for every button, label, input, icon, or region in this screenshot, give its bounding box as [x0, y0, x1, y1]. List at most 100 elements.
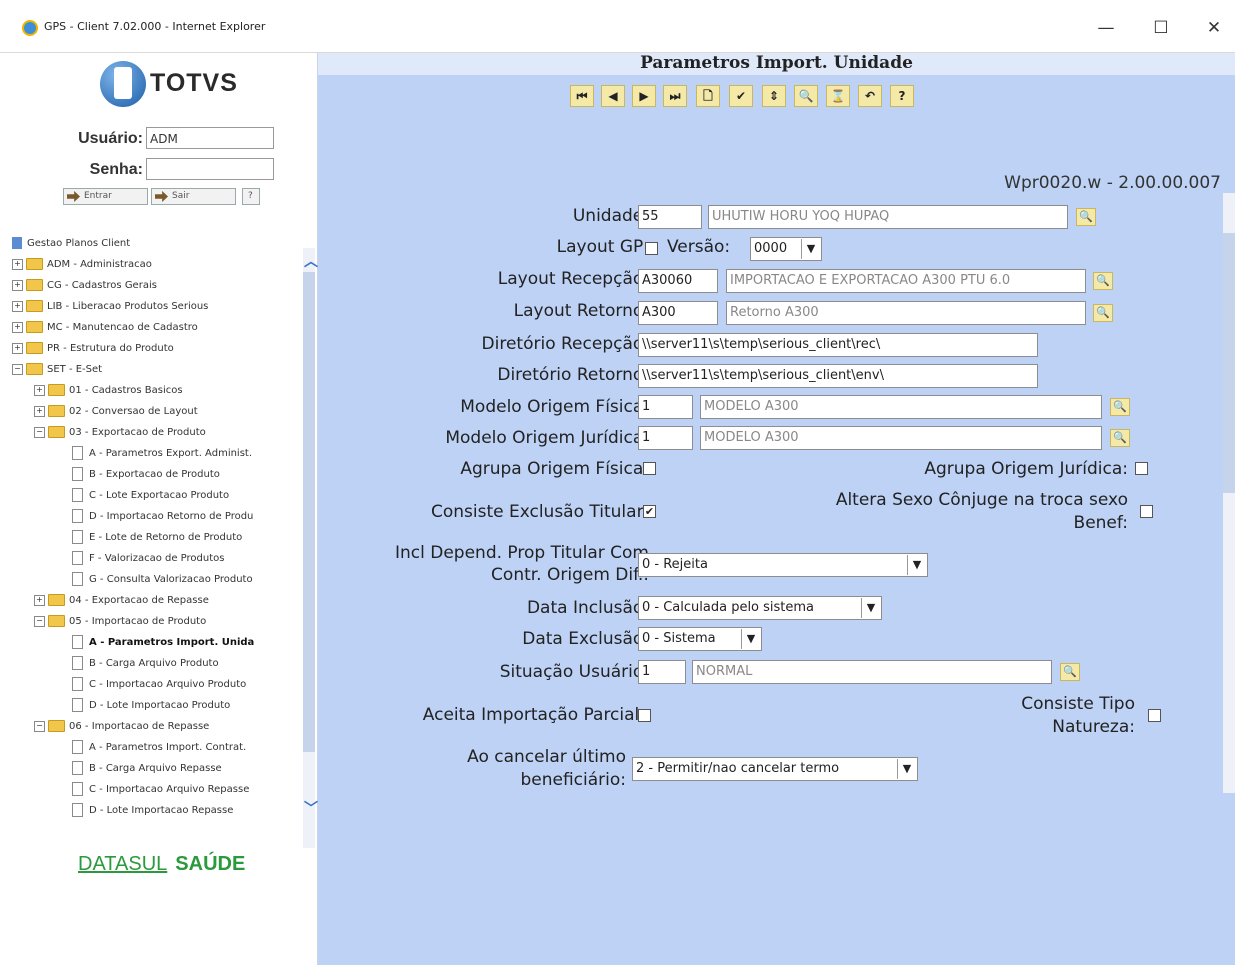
tree-leaf[interactable]: D - Lote Importacao Produto	[72, 695, 230, 716]
dir-retorno-input[interactable]: \\server11\s\temp\serious_client\env\	[638, 364, 1038, 388]
new-record-icon[interactable]: 🗋	[696, 85, 720, 107]
enter-button[interactable]: Entrar	[63, 188, 148, 205]
document-icon	[72, 698, 83, 712]
first-record-icon[interactable]: ⏮	[570, 85, 594, 107]
tree-item-mc[interactable]: + MC - Manutencao de Cadastro	[12, 317, 198, 338]
tree-item-pr[interactable]: + PR - Estrutura do Produto	[12, 338, 174, 359]
minimize-button[interactable]: —	[1090, 14, 1122, 42]
tree-leaf[interactable]: G - Consulta Valorizacao Produto	[72, 569, 253, 590]
tree-leaf[interactable]: A - Parametros Import. Contrat.	[72, 737, 246, 758]
folder-icon	[48, 594, 65, 606]
previous-record-icon[interactable]: ◀	[601, 85, 625, 107]
maximize-button[interactable]: ☐	[1145, 14, 1177, 42]
document-icon	[72, 488, 83, 502]
document-icon	[72, 446, 83, 460]
unidade-zoom-icon[interactable]: 🔍	[1076, 208, 1096, 226]
folder-icon	[26, 321, 43, 333]
tree-leaf[interactable]: D - Importacao Retorno de Produ	[72, 506, 253, 527]
situacao-code-input[interactable]: 1	[638, 660, 686, 684]
search-icon[interactable]: 🔍	[794, 85, 818, 107]
tree-leaf[interactable]: C - Importacao Arquivo Repasse	[72, 779, 249, 800]
tree-item-set[interactable]: − SET - E-Set	[12, 359, 102, 380]
tree-item-cg[interactable]: + CG - Cadastros Gerais	[12, 275, 157, 296]
modelo-juridica-code-input[interactable]: 1	[638, 426, 693, 450]
password-label: Senha:	[89, 161, 143, 178]
tree-item-lib[interactable]: + LIB - Liberacao Produtos Serious	[12, 296, 208, 317]
document-icon	[72, 803, 83, 817]
layout-recepcao-code-input[interactable]: A30060	[638, 269, 718, 293]
tree-leaf[interactable]: C - Lote Exportacao Produto	[72, 485, 229, 506]
tree-leaf[interactable]: C - Importacao Arquivo Produto	[72, 674, 246, 695]
tree-item-05[interactable]: −05 - Importacao de Produto	[34, 611, 206, 632]
exit-button[interactable]: Sair	[151, 188, 236, 205]
data-exclusao-select[interactable]: 0 - Sistema ▼	[638, 627, 762, 651]
modelo-fisica-code-input[interactable]: 1	[638, 395, 693, 419]
modelo-fisica-zoom-icon[interactable]: 🔍	[1110, 398, 1130, 416]
tree-leaf[interactable]: B - Carga Arquivo Produto	[72, 653, 219, 674]
unidade-code-input[interactable]: 55	[638, 205, 702, 229]
tree-item-adm[interactable]: + ADM - Administracao	[12, 254, 152, 275]
tree-leaf-selected[interactable]: A - Parametros Import. Unida	[72, 632, 254, 653]
dir-recepcao-label: Diretório Recepção:	[481, 334, 649, 354]
versao-select[interactable]: 0000 ▼	[750, 237, 822, 261]
folder-open-icon	[48, 426, 65, 438]
agrupa-juridica-label: Agrupa Origem Jurídica:	[924, 459, 1128, 479]
versao-label: Versão:	[667, 237, 731, 257]
chevron-down-icon: ▼	[741, 629, 760, 649]
tree-leaf[interactable]: B - Carga Arquivo Repasse	[72, 758, 222, 779]
chevron-up-icon[interactable]: ︿	[304, 251, 318, 271]
navigate-icon[interactable]: ⇕	[762, 85, 786, 107]
tree-item-02[interactable]: +02 - Conversao de Layout	[34, 401, 198, 422]
hourglass-icon[interactable]: ⌛	[826, 85, 850, 107]
password-input[interactable]	[146, 158, 274, 180]
consiste-tipo-checkbox[interactable]	[1148, 709, 1161, 722]
form-scroll-thumb[interactable]	[1223, 233, 1235, 493]
user-input[interactable]: ADM	[146, 127, 274, 149]
consiste-tipo-label-line1: Consiste Tipo	[1021, 694, 1135, 714]
modelo-fisica-desc-field: MODELO A300	[700, 395, 1102, 419]
last-record-icon[interactable]: ⏭	[663, 85, 687, 107]
dir-recepcao-input[interactable]: \\server11\s\temp\serious_client\rec\	[638, 333, 1038, 357]
tree-root[interactable]: Gestao Planos Client	[12, 233, 130, 254]
folder-icon	[48, 384, 65, 396]
tree-leaf[interactable]: E - Lote de Retorno de Produto	[72, 527, 242, 548]
modelo-juridica-zoom-icon[interactable]: 🔍	[1110, 429, 1130, 447]
incl-dep-select[interactable]: 0 - Rejeita ▼	[638, 553, 928, 577]
tree-leaf[interactable]: D - Lote Importacao Repasse	[72, 800, 233, 821]
agrupa-fisica-checkbox[interactable]	[643, 462, 656, 475]
tree-scrollbar[interactable]	[303, 248, 315, 848]
aceita-checkbox[interactable]	[638, 709, 651, 722]
layout-gp-checkbox[interactable]	[645, 242, 658, 255]
data-inclusao-select[interactable]: 0 - Calculada pelo sistema ▼	[638, 596, 882, 620]
layout-retorno-code-input[interactable]: A300	[638, 301, 718, 325]
layout-recepcao-zoom-icon[interactable]: 🔍	[1093, 272, 1113, 290]
user-label: Usuário:	[78, 130, 143, 147]
next-record-icon[interactable]: ▶	[632, 85, 656, 107]
chevron-down-icon[interactable]: ﹀	[304, 798, 318, 818]
tree-leaf[interactable]: A - Parametros Export. Administ.	[72, 443, 252, 464]
save-icon[interactable]: ✔	[729, 85, 753, 107]
tree-item-03[interactable]: −03 - Exportacao de Produto	[34, 422, 206, 443]
close-button[interactable]: ✕	[1198, 14, 1230, 42]
layout-retorno-zoom-icon[interactable]: 🔍	[1093, 304, 1113, 322]
tree-item-06[interactable]: −06 - Importacao de Repasse	[34, 716, 209, 737]
agrupa-juridica-checkbox[interactable]	[1135, 462, 1148, 475]
tree-item-04[interactable]: +04 - Exportacao de Repasse	[34, 590, 209, 611]
undo-icon[interactable]: ↶	[858, 85, 882, 107]
form-scrollbar[interactable]	[1223, 193, 1235, 793]
tree-leaf[interactable]: B - Exportacao de Produto	[72, 464, 220, 485]
folder-open-icon	[26, 363, 43, 375]
cancelar-select[interactable]: 2 - Permitir/nao cancelar termo ▼	[632, 757, 918, 781]
tree-item-01[interactable]: +01 - Cadastros Basicos	[34, 380, 183, 401]
altera-sexo-checkbox[interactable]	[1140, 505, 1153, 518]
chevron-down-icon: ▼	[907, 555, 926, 575]
folder-icon	[26, 342, 43, 354]
situacao-zoom-icon[interactable]: 🔍	[1060, 663, 1080, 681]
layout-retorno-desc-field: Retorno A300	[726, 301, 1086, 325]
help-button[interactable]: ?	[242, 188, 260, 205]
consiste-titular-checkbox[interactable]: ✔	[643, 505, 656, 518]
folder-open-icon	[48, 720, 65, 732]
tree-scroll-thumb[interactable]	[303, 272, 315, 752]
tree-leaf[interactable]: F - Valorizacao de Produtos	[72, 548, 224, 569]
help-icon[interactable]: ?	[890, 85, 914, 107]
